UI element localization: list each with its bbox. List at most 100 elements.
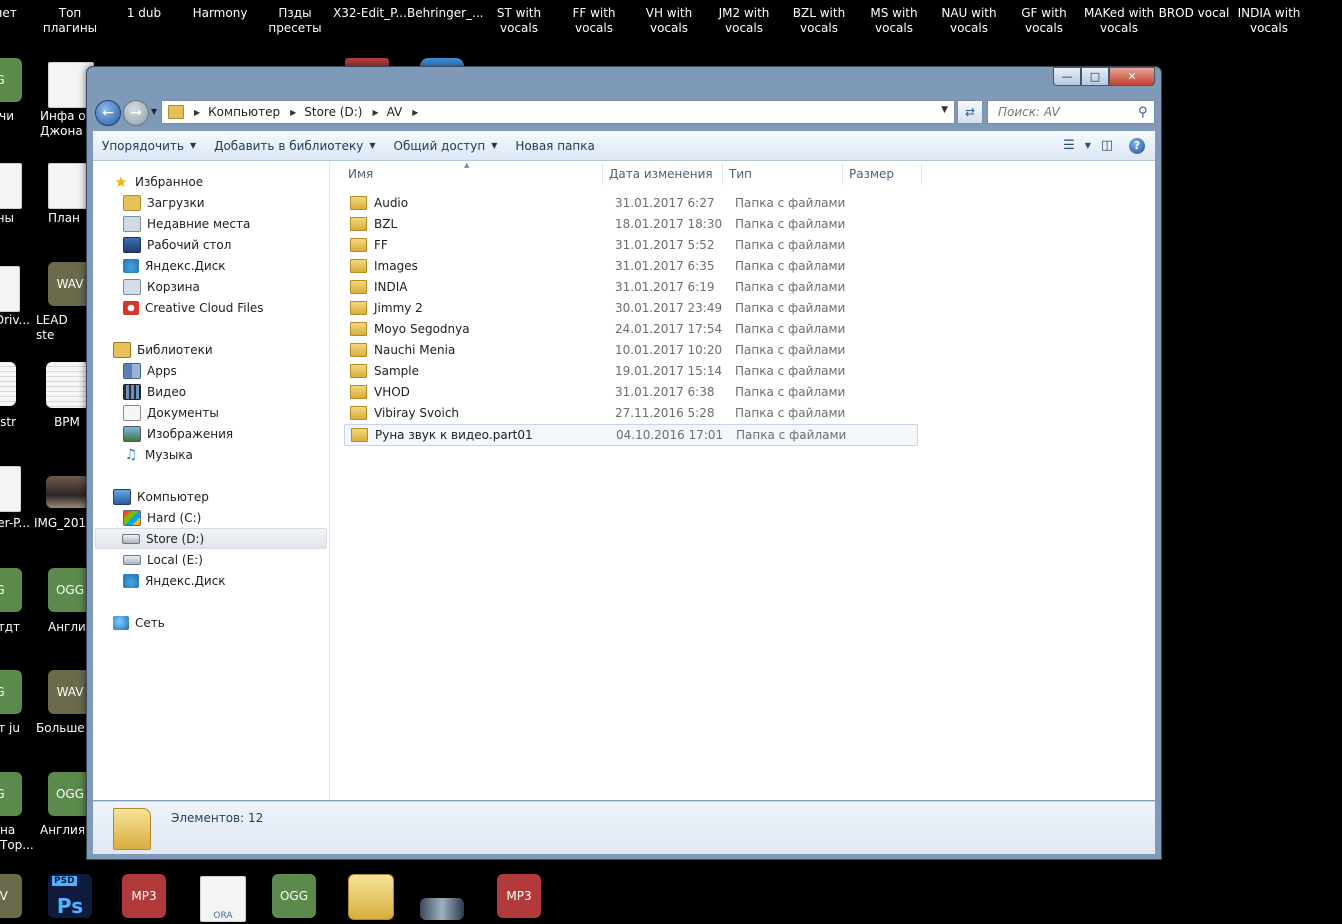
address-dropdown-icon[interactable]: ▼ [941, 105, 948, 115]
search-input[interactable] [996, 104, 1134, 120]
mp3-file-icon[interactable]: MP3 [497, 874, 541, 918]
breadcrumb-separator-icon[interactable]: ▶ [368, 108, 382, 117]
ora-file-icon[interactable]: ORA [200, 876, 246, 922]
desktop-icon-label[interactable]: VH with vocals [631, 6, 707, 36]
nav-item-store-d[interactable]: Store (D:) [95, 528, 327, 549]
breadcrumb-av[interactable]: AV [383, 105, 409, 119]
breadcrumb-separator-icon[interactable]: ▶ [408, 108, 422, 117]
desktop-icon-label[interactable]: BROD vocal [1156, 6, 1232, 21]
nav-item-downloads[interactable]: Загрузки [123, 192, 205, 213]
desktop-icon-label[interactable]: str [0, 415, 16, 430]
folder-shortcut-icon[interactable] [348, 874, 394, 920]
desktop-icon-label[interactable]: GF with vocals [1006, 6, 1082, 36]
ogg-file-icon[interactable]: G [0, 670, 22, 714]
minimize-button[interactable]: — [1053, 67, 1081, 86]
file-row[interactable]: Руна звук к видео.part01 04.10.2016 17:01… [344, 424, 918, 446]
share-menu[interactable]: Общий доступ ▼ [385, 131, 507, 160]
nav-libraries[interactable]: Библиотеки [113, 339, 213, 360]
desktop-icon-label[interactable]: Топ плагины [32, 6, 108, 36]
desktop-icon-label[interactable]: Behringer_... [407, 6, 483, 21]
breadcrumb-computer[interactable]: Компьютер [204, 105, 286, 119]
nav-item-music[interactable]: ♫ Музыка [123, 444, 193, 465]
file-row[interactable]: VHOD 31.01.2017 6:38 Папка с файлами [344, 382, 916, 402]
nav-item-video[interactable]: Видео [123, 381, 186, 402]
file-row[interactable]: BZL 18.01.2017 18:30 Папка с файлами [344, 214, 916, 234]
view-options-icon[interactable]: ☰ ▼ [1063, 135, 1091, 157]
desktop-icon-label[interactable]: Больше [36, 721, 86, 736]
desktop-icon-label[interactable]: X32-Edit_P... [332, 6, 408, 21]
file-row[interactable]: INDIA 31.01.2017 6:19 Папка с файлами [344, 277, 916, 297]
add-to-library-menu[interactable]: Добавить в библиотеку ▼ [205, 131, 384, 160]
file-row[interactable]: Jimmy 2 30.01.2017 23:49 Папка с файлами [344, 298, 916, 318]
file-row[interactable]: FF 31.01.2017 5:52 Папка с файлами [344, 235, 916, 255]
text-file-icon[interactable] [0, 163, 22, 209]
column-header-size[interactable]: Размер [842, 163, 922, 185]
video-thumbnail-icon[interactable] [420, 898, 464, 920]
file-row[interactable]: Moyo Segodnya 24.01.2017 17:54 Папка с фай… [344, 319, 916, 339]
spreadsheet-file-icon[interactable] [0, 362, 16, 406]
help-button[interactable]: ? [1125, 135, 1149, 157]
image-file-icon[interactable] [46, 476, 90, 508]
desktop-icon-label[interactable]: ST with vocals [481, 6, 557, 36]
address-bar[interactable]: ▶ Компьютер ▶ Store (D:) ▶ AV ▶ ▼ [161, 100, 955, 124]
desktop-icon-label[interactable]: на Тор... [0, 823, 34, 853]
desktop-icon-label[interactable]: Англия [40, 823, 86, 838]
desktop-icon-label[interactable]: JM2 with vocals [706, 6, 782, 36]
column-header-name[interactable]: Имя [348, 163, 598, 185]
column-header-type[interactable]: Тип [722, 163, 841, 185]
breadcrumb-separator-icon[interactable]: ▶ [286, 108, 300, 117]
desktop-icon-label[interactable]: Англи [48, 620, 86, 635]
desktop-icon-label[interactable]: BZL with vocals [781, 6, 857, 36]
desktop-icon-label[interactable]: чи [0, 109, 14, 124]
refresh-button[interactable]: ⇄ [957, 100, 983, 124]
text-file-icon[interactable] [0, 266, 20, 312]
desktop-icon-label[interactable]: Пзды пресеты [257, 6, 333, 36]
desktop-icon-label[interactable]: ст ju [0, 721, 20, 736]
nav-item-documents[interactable]: Документы [123, 402, 219, 423]
new-folder-button[interactable]: Новая папка [506, 131, 603, 160]
ogg-file-icon[interactable]: G [0, 58, 22, 102]
nav-item-yandex-disk[interactable]: Яндекс.Диск [123, 255, 226, 276]
desktop-icon-label[interactable]: 1 dub [106, 6, 182, 21]
ogg-file-icon[interactable]: OGG [272, 874, 316, 918]
desktop-icon-label[interactable]: Harmony [182, 6, 258, 21]
desktop-icon-label[interactable]: FF with vocals [556, 6, 632, 36]
desktop-icon-label[interactable]: MS with vocals [856, 6, 932, 36]
search-box[interactable]: ⚲ [987, 100, 1155, 124]
nav-item-desktop[interactable]: Рабочий стол [123, 234, 231, 255]
file-row[interactable]: Nauchi Menia 10.01.2017 10:20 Папка с файл… [344, 340, 916, 360]
nav-favorites[interactable]: ★ Избранное [113, 171, 203, 192]
nav-item-hard-c[interactable]: Hard (C:) [123, 507, 201, 528]
nav-item-local-e[interactable]: Local (E:) [123, 549, 203, 570]
recent-pages-dropdown[interactable]: ▼ [151, 107, 161, 116]
maximize-button[interactable]: □ [1081, 67, 1109, 86]
desktop-icon-label[interactable]: IMG_2016 [34, 516, 86, 531]
nav-computer[interactable]: Компьютер [113, 486, 209, 507]
file-row[interactable]: Images 31.01.2017 6:35 Папка с файлами [344, 256, 916, 276]
desktop-icon-label[interactable]: План [48, 211, 86, 226]
nav-item-apps[interactable]: Apps [123, 360, 177, 381]
nav-item-recycle-bin[interactable]: Корзина [123, 276, 200, 297]
desktop-icon-label[interactable]: NAU with vocals [931, 6, 1007, 36]
column-header-date[interactable]: Дата изменения [602, 163, 717, 185]
desktop-icon-label[interactable]: Инфа о Джона [40, 109, 86, 139]
desktop-icon-label[interactable]: er-P... [0, 516, 30, 531]
nav-item-yandex-disk-2[interactable]: Яндекс.Диск [123, 570, 226, 591]
ogg-file-icon[interactable]: G [0, 568, 22, 612]
forward-button[interactable]: → [123, 100, 149, 126]
desktop-icon-label[interactable]: LEAD ste [36, 313, 86, 343]
desktop-icon-label[interactable]: INDIA with vocals [1231, 6, 1307, 36]
nav-item-recent[interactable]: Недавние места [123, 213, 250, 234]
nav-item-pictures[interactable]: Изображения [123, 423, 233, 444]
breadcrumb-separator-icon[interactable]: ▶ [190, 108, 204, 117]
nav-item-creative-cloud[interactable]: Creative Cloud Files [123, 297, 264, 318]
desktop-icon-label[interactable]: ны [0, 211, 14, 226]
desktop-icon-label[interactable]: MAKed with vocals [1081, 6, 1157, 36]
nav-network[interactable]: Сеть [113, 612, 165, 633]
preview-pane-icon[interactable]: ◫ [1095, 135, 1119, 157]
search-icon[interactable]: ⚲ [1138, 105, 1148, 120]
back-button[interactable]: ← [95, 100, 121, 126]
spreadsheet-file-icon[interactable] [46, 362, 90, 408]
desktop-icon-label[interactable]: BPM [48, 415, 86, 430]
file-row[interactable]: Vibiray Svoich 27.11.2016 5:28 Папка с фай… [344, 403, 916, 423]
